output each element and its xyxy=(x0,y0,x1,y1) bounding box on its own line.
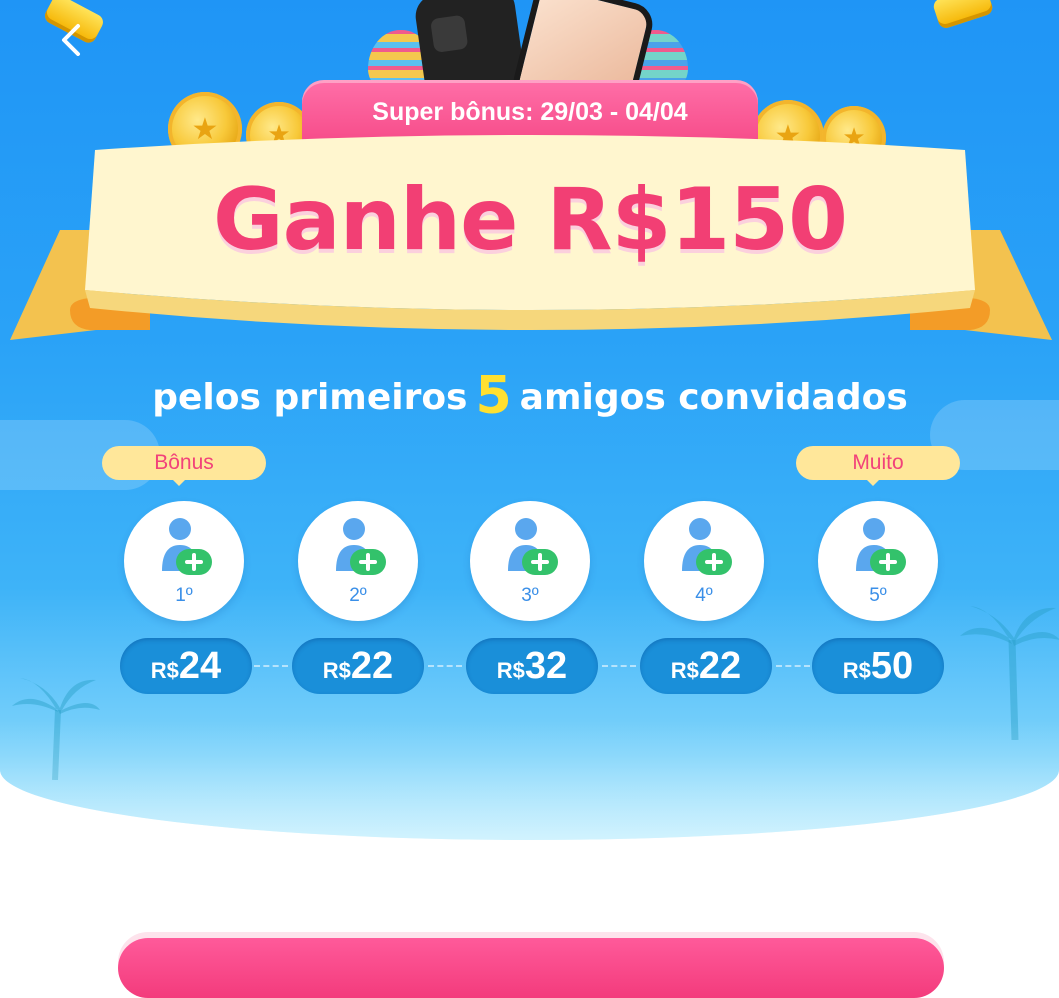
reward-connector xyxy=(776,665,810,667)
reward-currency: R$ xyxy=(322,658,351,683)
promo-subtitle: pelos primeiros 5 amigos convidados xyxy=(60,366,1000,426)
reward-amount-4: R$22 xyxy=(640,638,772,694)
reward-connector xyxy=(428,665,462,667)
reward-currency: R$ xyxy=(150,658,179,683)
reward-currency: R$ xyxy=(496,658,525,683)
friend-ordinal: 2º xyxy=(349,585,367,606)
invite-button[interactable] xyxy=(118,938,944,998)
back-chevron-icon[interactable] xyxy=(52,20,88,56)
friend-ordinal: 4º xyxy=(695,585,713,606)
reward-currency: R$ xyxy=(670,658,699,683)
tag-bonus: Bônus xyxy=(102,446,266,486)
reward-connector xyxy=(602,665,636,667)
reward-value: 22 xyxy=(350,645,394,687)
friend-ordinal: 1º xyxy=(175,585,193,606)
reward-value: 24 xyxy=(178,645,222,687)
reward-connector xyxy=(254,665,288,667)
tag-muito: Muito xyxy=(796,446,960,486)
friend-ordinal: 3º xyxy=(521,585,539,606)
hero-shine xyxy=(0,720,1059,840)
promo-hero: ★ ★ ★ ★ Super bônus: 29/03 - 04/04 Ganhe… xyxy=(0,0,1059,840)
add-friend-icon xyxy=(336,518,386,575)
subtitle-suffix: amigos convidados xyxy=(519,377,908,418)
promo-date-range: Super bônus: 29/03 - 04/04 xyxy=(372,98,688,126)
friend-slot-2[interactable]: 2º xyxy=(298,501,418,621)
friend-slot-4[interactable]: 4º xyxy=(644,501,764,621)
add-friend-icon xyxy=(856,518,906,575)
friend-slot-1[interactable]: 1º xyxy=(124,501,244,621)
reward-value: 50 xyxy=(870,645,914,687)
reward-value: 22 xyxy=(698,645,742,687)
reward-amount-5: R$50 xyxy=(812,638,944,694)
reward-amount-3: R$32 xyxy=(466,638,598,694)
friend-slot-3[interactable]: 3º xyxy=(470,501,590,621)
subtitle-number: 5 xyxy=(475,366,512,426)
reward-value: 32 xyxy=(524,645,568,687)
gift-icon xyxy=(931,0,995,30)
reward-amount-2: R$22 xyxy=(292,638,424,694)
friend-ordinal: 5º xyxy=(869,585,887,606)
reward-amount-1: R$24 xyxy=(120,638,252,694)
add-friend-icon xyxy=(508,518,558,575)
friend-slot-5[interactable]: 5º xyxy=(818,501,938,621)
subtitle-prefix: pelos primeiros xyxy=(152,377,468,418)
palm-tree-icon xyxy=(960,606,1059,740)
reward-currency: R$ xyxy=(842,658,871,683)
add-friend-icon xyxy=(162,518,212,575)
promo-headline: Ganhe R$150 xyxy=(213,170,848,270)
add-friend-icon xyxy=(682,518,732,575)
